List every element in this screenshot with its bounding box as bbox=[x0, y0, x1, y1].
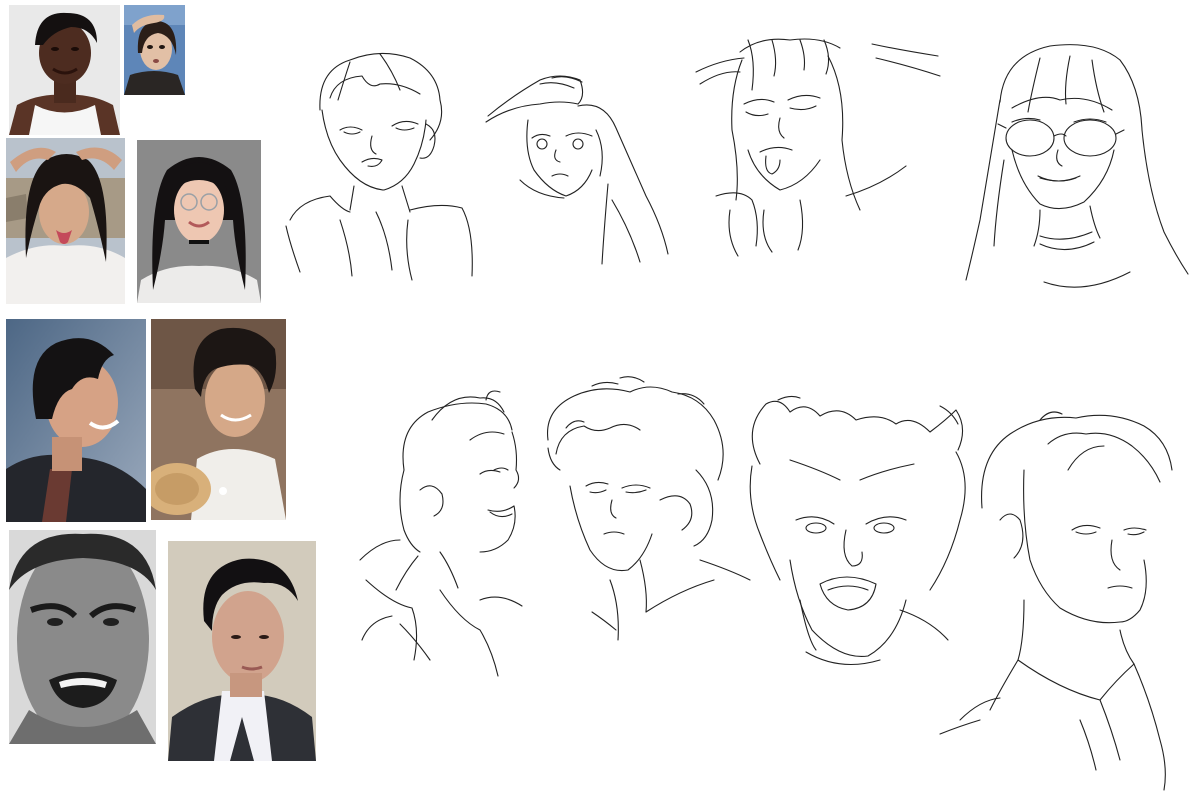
sketch-woman-hand-on-head bbox=[485, 75, 669, 265]
sketch-canvas bbox=[285, 38, 1189, 791]
sketch-woman-tongue-out bbox=[695, 38, 941, 257]
sketch-young-man-collar bbox=[939, 411, 1173, 791]
sketch-woman-glasses bbox=[965, 44, 1189, 288]
sketch-woman-short-hair bbox=[285, 52, 473, 281]
sketch-man-curly-hair bbox=[546, 376, 751, 641]
sketch-man-smiling-profile bbox=[359, 390, 523, 677]
sketch-man-snarling bbox=[749, 395, 966, 665]
